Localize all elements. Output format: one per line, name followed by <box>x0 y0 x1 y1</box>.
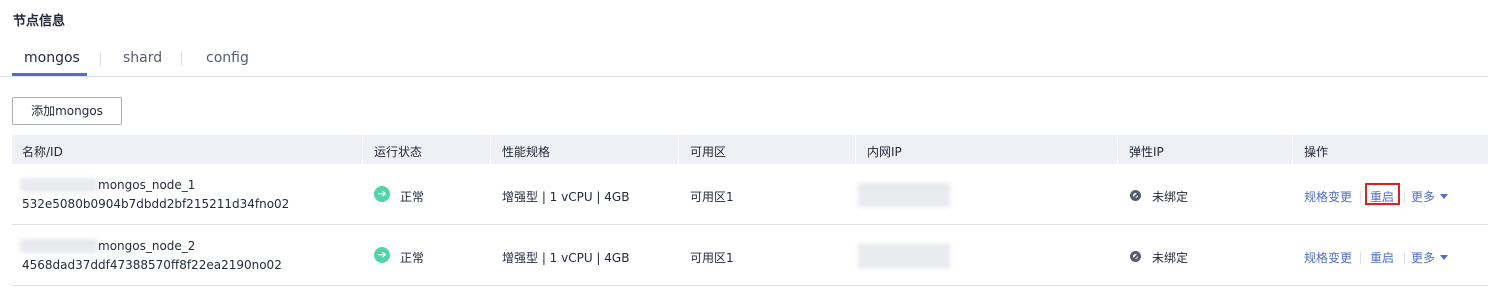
tab-config[interactable]: config <box>206 50 249 66</box>
column-header-spec: 性能规格 <box>502 145 551 159</box>
tab-shard[interactable]: shard <box>123 50 162 66</box>
tab-divider <box>181 52 182 66</box>
redacted-name-prefix <box>20 178 98 192</box>
action-divider <box>1360 252 1361 264</box>
column-divider <box>1117 135 1118 164</box>
table-row: mongos_node_1 532e5080b0904b7dbdd2bf2152… <box>12 164 1488 225</box>
tab-mongos[interactable]: mongos <box>24 50 80 66</box>
unbound-icon <box>1130 251 1141 262</box>
column-divider <box>490 135 491 164</box>
column-divider <box>678 135 679 164</box>
eip-text: 未绑定 <box>1152 251 1189 265</box>
resize-link[interactable]: 规格变更 <box>1304 249 1352 266</box>
column-header-status: 运行状态 <box>374 145 423 159</box>
tab-bar: mongos shard config <box>0 44 1488 77</box>
restart-link[interactable]: 重启 <box>1370 249 1394 266</box>
node-table: 名称/ID 运行状态 性能规格 可用区 内网IP 弹性IP 操作 mongos_… <box>12 135 1488 286</box>
chevron-down-icon[interactable] <box>1440 194 1448 199</box>
resize-link[interactable]: 规格变更 <box>1304 188 1352 205</box>
column-divider <box>1292 135 1293 164</box>
table-row: mongos_node_2 4568dad37ddf47388570ff8f22… <box>12 225 1488 286</box>
column-header-private-ip: 内网IP <box>867 145 902 159</box>
redacted-private-ip <box>858 244 950 268</box>
node-name: mongos_node_2 <box>98 239 196 253</box>
action-divider <box>1360 191 1361 203</box>
chevron-down-icon[interactable] <box>1440 255 1448 260</box>
eip-text: 未绑定 <box>1152 190 1189 204</box>
section-title: 节点信息 <box>13 14 66 29</box>
spec-text: 增强型 | 1 vCPU | 4GB <box>502 251 630 265</box>
node-id: 532e5080b0904b7dbdd2bf215211d34fno02 <box>22 197 290 211</box>
column-divider <box>362 135 363 164</box>
status-text: 正常 <box>400 251 425 265</box>
column-header-az: 可用区 <box>690 145 727 159</box>
unbound-icon <box>1130 190 1141 201</box>
redacted-name-prefix <box>20 239 98 253</box>
az-text: 可用区1 <box>690 190 734 204</box>
action-divider <box>1404 191 1405 203</box>
more-link[interactable]: 更多 <box>1411 188 1435 205</box>
restart-link[interactable]: 重启 <box>1370 188 1394 205</box>
more-link[interactable]: 更多 <box>1411 249 1435 266</box>
add-mongos-button[interactable]: 添加mongos <box>12 97 122 125</box>
redacted-private-ip <box>858 183 950 207</box>
column-header-eip: 弹性IP <box>1129 145 1164 159</box>
spec-text: 增强型 | 1 vCPU | 4GB <box>502 190 630 204</box>
tab-divider <box>100 52 101 66</box>
column-header-name: 名称/ID <box>22 145 63 159</box>
table-header: 名称/ID 运行状态 性能规格 可用区 内网IP 弹性IP 操作 <box>12 135 1488 164</box>
node-name: mongos_node_1 <box>98 178 196 192</box>
az-text: 可用区1 <box>690 251 734 265</box>
status-text: 正常 <box>400 190 425 204</box>
node-id: 4568dad37ddf47388570ff8f22ea2190no02 <box>22 258 282 272</box>
column-header-actions: 操作 <box>1304 145 1329 159</box>
column-divider <box>855 135 856 164</box>
active-tab-indicator <box>12 73 87 76</box>
action-divider <box>1404 252 1405 264</box>
status-normal-icon: ➔ <box>374 186 390 202</box>
status-normal-icon: ➔ <box>374 247 390 263</box>
